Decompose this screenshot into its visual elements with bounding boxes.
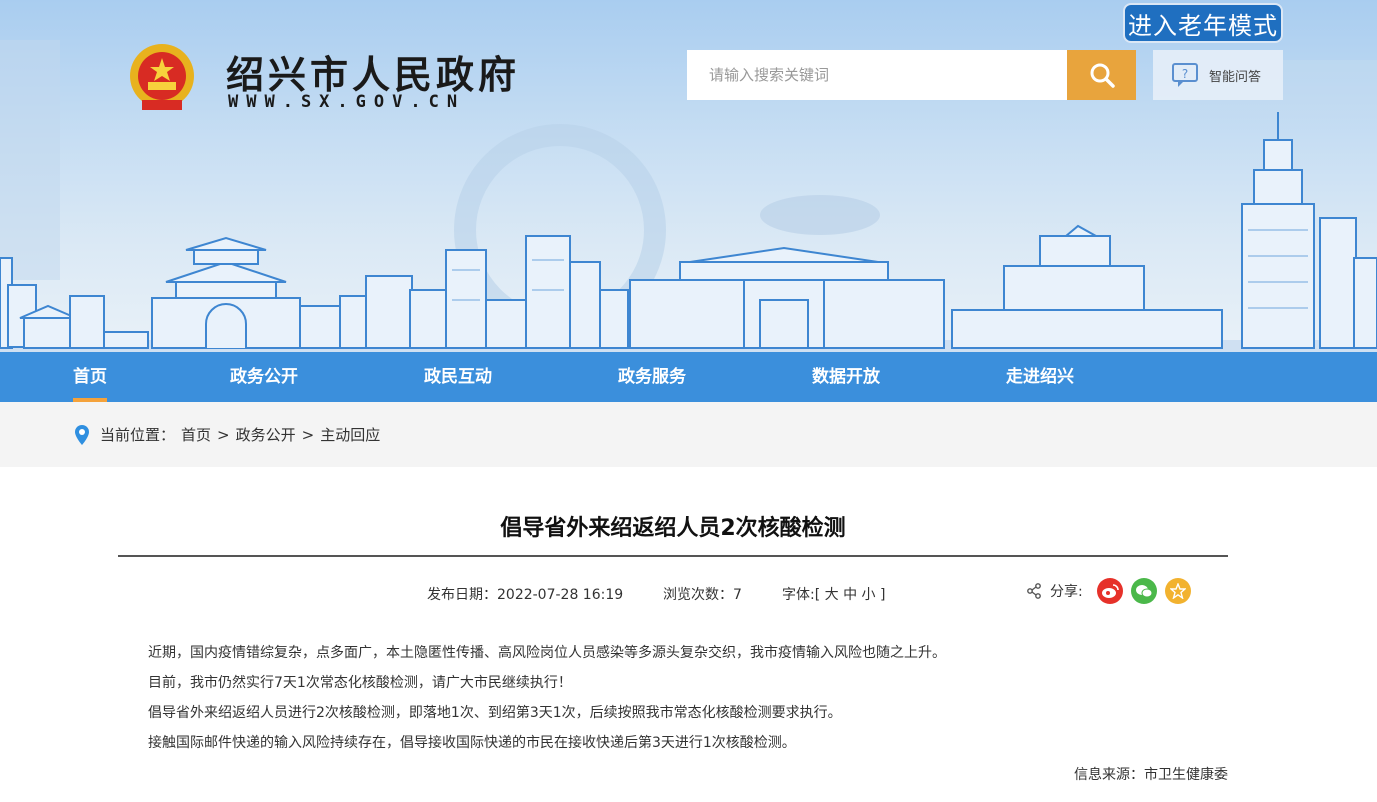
breadcrumb-prefix: 当前位置：: [100, 426, 176, 444]
publish-date: 发布日期：2022-07-28 16:19: [427, 584, 623, 604]
smart-qa-label: 智能问答: [1209, 69, 1262, 85]
header-banner: 绍兴市人民政府 WWW.SX.GOV.CN 进入老年模式 ? 智能问答: [0, 0, 1377, 352]
publish-label: 发布日期：: [427, 587, 497, 603]
breadcrumb-bar: 当前位置： 首页 > 政务公开 > 主动回应: [0, 402, 1377, 467]
location-pin-icon: [75, 424, 89, 445]
title-divider: [118, 555, 1228, 557]
nav-item-services[interactable]: 政务服务: [618, 352, 686, 402]
article-title: 倡导省外来绍返绍人员2次核酸检测: [500, 516, 846, 541]
article-paragraph-1: 近期，国内疫情错综复杂，点多面广，本土隐匿性传播、高风险岗位人员感染等多源头复杂…: [148, 645, 946, 661]
share-label: 分享:: [1050, 584, 1083, 600]
chat-question-icon: ?: [1172, 63, 1198, 87]
views-value: 7: [733, 587, 742, 603]
breadcrumb-item-gov-affairs[interactable]: 政务公开: [236, 424, 296, 445]
breadcrumb-item-response[interactable]: 主动回应: [320, 424, 380, 445]
font-size-switcher[interactable]: 字体:[ 大 中 小 ]: [782, 584, 885, 604]
elder-mode-button[interactable]: 进入老年模式: [1123, 3, 1283, 43]
article-paragraph-4: 接触国际邮件快递的输入风险持续存在，倡导接收国际快递的市民在接收快递后第3天进行…: [148, 735, 796, 751]
smart-qa-button[interactable]: ? 智能问答: [1153, 50, 1283, 100]
search-icon: [1090, 63, 1115, 88]
breadcrumb-separator: >: [301, 425, 315, 444]
nav-item-open-data[interactable]: 数据开放: [812, 352, 880, 402]
breadcrumb: 当前位置： 首页 > 政务公开 > 主动回应: [74, 424, 380, 445]
share-bar: 分享:: [1026, 578, 1191, 604]
views-label: 浏览次数：: [663, 587, 733, 603]
main-nav: 首页 政务公开 政民互动 政务服务 数据开放 走进绍兴: [0, 352, 1377, 402]
site-url: WWW.SX.GOV.CN: [228, 92, 466, 112]
share-icon: [1027, 583, 1041, 599]
article-paragraph-3: 倡导省外来绍返绍人员进行2次核酸检测，即落地1次、到绍第3天1次，后续按照我市常…: [148, 705, 842, 721]
favorite-star-icon[interactable]: [1164, 578, 1191, 604]
site-title[interactable]: 绍兴市人民政府: [226, 44, 520, 99]
search-input[interactable]: [687, 50, 1067, 100]
nav-item-gov-affairs[interactable]: 政务公开: [230, 352, 298, 402]
search-button[interactable]: [1067, 50, 1136, 100]
wechat-icon[interactable]: [1130, 578, 1157, 604]
nav-item-home[interactable]: 首页: [73, 352, 107, 402]
nav-item-interaction[interactable]: 政民互动: [424, 352, 492, 402]
weibo-icon[interactable]: [1096, 578, 1123, 604]
national-emblem-icon: [130, 44, 194, 110]
view-count: 浏览次数：7: [663, 584, 742, 604]
breadcrumb-separator: >: [217, 425, 230, 444]
nav-item-about-shaoxing[interactable]: 走进绍兴: [1006, 352, 1074, 402]
svg-text:?: ?: [1182, 67, 1188, 81]
publish-value: 2022-07-28 16:19: [497, 587, 624, 603]
article-paragraph-2: 目前，我市仍然实行7天1次常态化核酸检测，请广大市民继续执行！: [148, 675, 572, 691]
breadcrumb-item-home[interactable]: 首页: [181, 424, 211, 445]
article-source: 信息来源：市卫生健康委: [1074, 767, 1228, 783]
